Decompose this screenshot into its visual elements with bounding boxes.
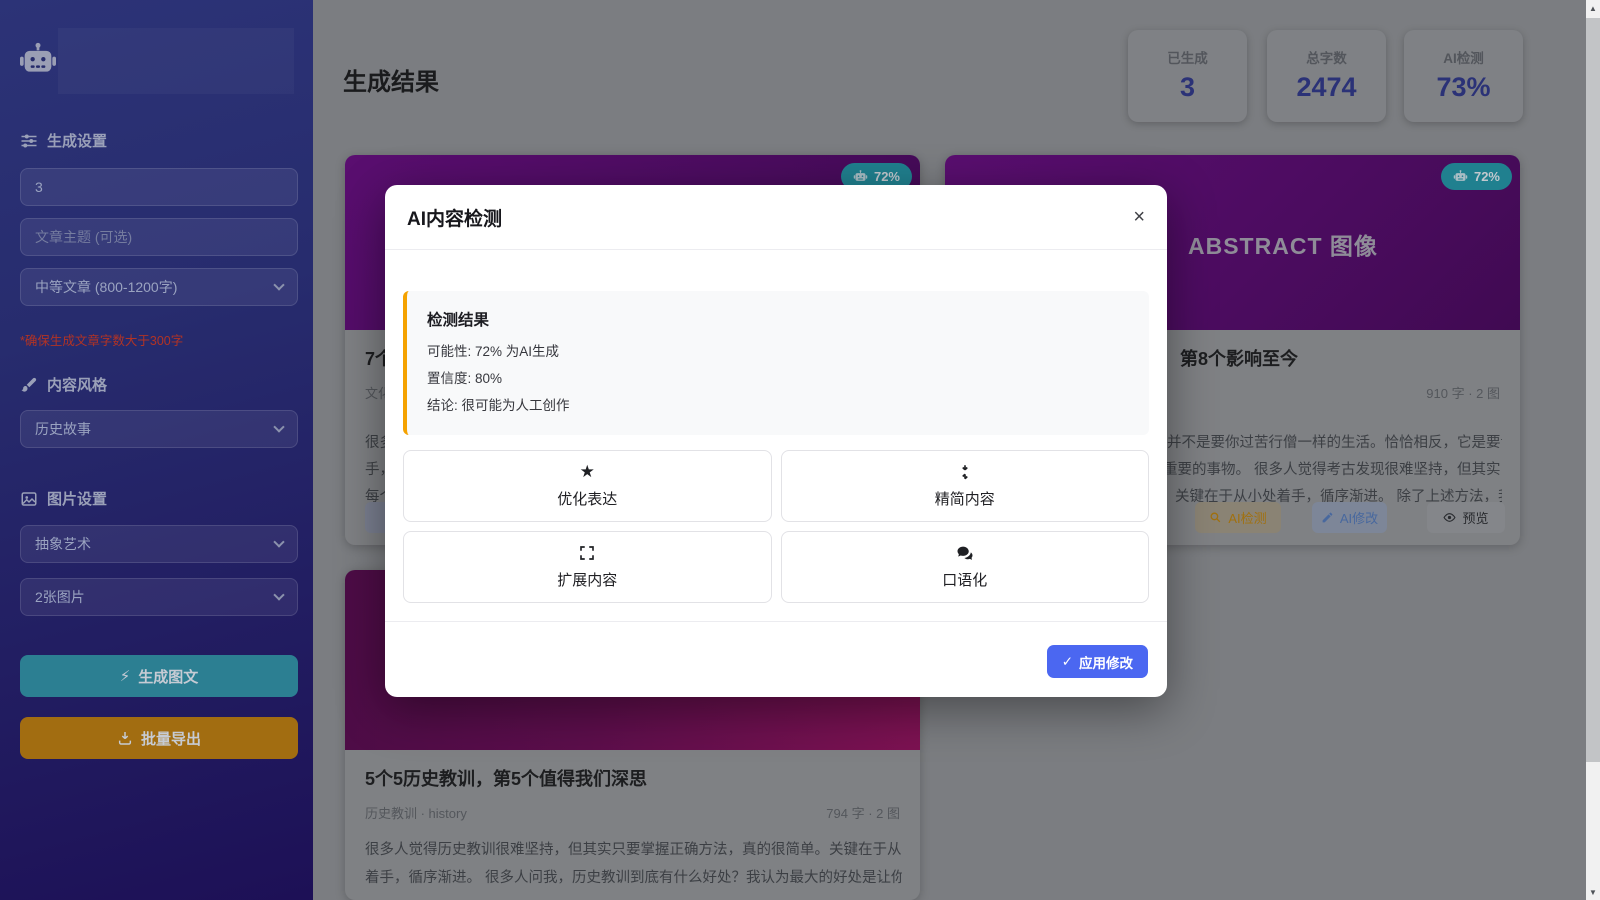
stat-card-ai-detect: AI检测 73%	[1404, 30, 1523, 122]
condense-content-label: 精简内容	[935, 488, 995, 509]
chevron-down-icon	[273, 589, 284, 600]
colloquialize-button[interactable]: 口语化	[781, 531, 1150, 603]
scrollbar-thumb[interactable]	[1586, 18, 1600, 762]
scroll-down-arrow-icon[interactable]: ▼	[1586, 884, 1600, 900]
topic-input[interactable]	[20, 218, 298, 256]
generate-button[interactable]: ⚡ 生成图文	[20, 655, 298, 697]
apply-changes-button[interactable]: ✓ 应用修改	[1047, 645, 1148, 678]
batch-export-button[interactable]: 批量导出	[20, 717, 298, 759]
ai-modify-label: AI修改	[1340, 508, 1378, 527]
chevron-down-icon	[273, 536, 284, 547]
image-icon	[20, 490, 38, 508]
download-icon	[117, 730, 133, 746]
ai-detect-button[interactable]: AI检测	[1195, 502, 1281, 533]
result-probability: 可能性: 72% 为AI生成	[427, 338, 1129, 365]
check-icon: ✓	[1062, 654, 1073, 670]
robot-icon	[1453, 169, 1468, 184]
image-settings-header: 图片设置	[20, 488, 107, 509]
card-title: 第8个影响至今	[1180, 345, 1298, 371]
ai-detect-modal: AI内容检测 × 检测结果 可能性: 72% 为AI生成 置信度: 80% 结论…	[385, 185, 1167, 697]
content-style-header: 内容风格	[20, 374, 107, 395]
expand-content-button[interactable]: 扩展内容	[403, 531, 772, 603]
app-window: 生成设置 中等文章 (800-1200字) *确保生成文章字数大于300字 内容…	[0, 0, 1600, 900]
detection-result-box: 检测结果 可能性: 72% 为AI生成 置信度: 80% 结论: 很可能为人工创…	[403, 291, 1149, 435]
stat-card-total-words: 总字数 2474	[1267, 30, 1386, 122]
stat-label: 已生成	[1128, 47, 1247, 67]
star-icon: ★	[578, 463, 596, 481]
stat-value: 73%	[1404, 72, 1523, 103]
search-icon	[1209, 511, 1222, 524]
compress-icon	[956, 463, 974, 481]
sliders-icon	[20, 132, 38, 150]
article-length-select[interactable]: 中等文章 (800-1200字)	[20, 268, 298, 306]
eye-icon	[1443, 511, 1456, 524]
image-placeholder-label: ABSTRACT 图像	[1188, 227, 1378, 261]
page-title: 生成结果	[343, 62, 439, 97]
result-confidence: 置信度: 80%	[427, 365, 1129, 392]
excerpt-line: 很多人觉得历史教训很难坚持，但其实只要掌握正确方法，真的很简单。关键在于从小处	[365, 836, 902, 864]
preview-label: 预览	[1462, 508, 1488, 527]
art-style-select[interactable]: 抽象艺术	[20, 525, 298, 563]
preview-button[interactable]: 预览	[1427, 502, 1505, 533]
stat-label: AI检测	[1404, 47, 1523, 67]
card-excerpt: 很多人觉得历史教训很难坚持，但其实只要掌握正确方法，真的很简单。关键在于从小处 …	[365, 836, 902, 892]
card-meta-stats: 794 字 · 2 图	[826, 803, 900, 822]
card-body: 5个5历史教训，第5个值得我们深思 历史教训 · history 794 字 ·…	[345, 750, 920, 900]
chevron-down-icon	[273, 279, 284, 290]
optimize-expression-button[interactable]: ★ 优化表达	[403, 450, 772, 522]
card-title: 5个5历史教训，第5个值得我们深思	[365, 765, 647, 791]
modal-header: AI内容检测 ×	[385, 185, 1167, 250]
card-meta-category: 历史教训 · history	[365, 803, 467, 822]
generation-settings-label: 生成设置	[47, 130, 107, 151]
optimize-expression-label: 优化表达	[557, 488, 617, 509]
pencil-icon	[1321, 511, 1334, 524]
result-conclusion: 结论: 很可能为人工创作	[427, 392, 1129, 419]
generate-button-label: 生成图文	[138, 666, 198, 687]
robot-logo-icon	[18, 40, 58, 80]
modal-title: AI内容检测	[407, 204, 502, 231]
stat-value: 3	[1128, 72, 1247, 103]
card-meta: 910 字 · 2 图	[1426, 383, 1500, 402]
chat-bubbles-icon	[956, 544, 974, 562]
word-count-note: *确保生成文章字数大于300字	[20, 330, 183, 349]
batch-export-label: 批量导出	[141, 728, 201, 749]
article-length-value: 中等文章 (800-1200字)	[35, 277, 177, 297]
ai-detect-label: AI检测	[1228, 508, 1266, 527]
vertical-scrollbar[interactable]: ▲ ▼	[1586, 0, 1600, 900]
brush-icon	[20, 376, 38, 394]
content-style-label: 内容风格	[47, 374, 107, 395]
ai-score-value: 72%	[874, 169, 900, 184]
logo-panel	[58, 28, 294, 94]
excerpt-line: 着手，循序渐进。 很多人问我，历史教训到底有什么好处？我认为最大的好处是让你有	[365, 864, 902, 892]
image-count-value: 2张图片	[35, 587, 85, 607]
image-settings-label: 图片设置	[47, 488, 107, 509]
stat-label: 总字数	[1267, 47, 1386, 67]
colloquialize-label: 口语化	[942, 569, 987, 590]
sidebar: 生成设置 中等文章 (800-1200字) *确保生成文章字数大于300字 内容…	[0, 0, 313, 900]
generation-settings-header: 生成设置	[20, 130, 107, 151]
apply-changes-label: 应用修改	[1079, 652, 1133, 672]
ai-score-value: 72%	[1474, 169, 1500, 184]
lightning-icon: ⚡	[120, 667, 131, 685]
rewrite-options: ★ 优化表达 精简内容 扩展内容	[403, 450, 1149, 603]
content-style-select[interactable]: 历史故事	[20, 410, 298, 448]
close-icon[interactable]: ×	[1133, 207, 1145, 227]
article-count-input[interactable]	[20, 168, 298, 206]
stat-value: 2474	[1267, 72, 1386, 103]
ai-modify-button[interactable]: AI修改	[1312, 502, 1387, 533]
modal-footer: ✓ 应用修改	[385, 621, 1167, 678]
ai-score-badge: 72%	[1441, 163, 1512, 190]
art-style-value: 抽象艺术	[35, 534, 91, 554]
content-style-value: 历史故事	[35, 419, 91, 439]
result-heading: 检测结果	[427, 308, 1129, 330]
scroll-up-arrow-icon[interactable]: ▲	[1586, 0, 1600, 16]
stat-card-generated: 已生成 3	[1128, 30, 1247, 122]
image-count-select[interactable]: 2张图片	[20, 578, 298, 616]
condense-content-button[interactable]: 精简内容	[781, 450, 1150, 522]
expand-icon	[578, 544, 596, 562]
robot-icon	[853, 169, 868, 184]
expand-content-label: 扩展内容	[557, 569, 617, 590]
chevron-down-icon	[273, 421, 284, 432]
